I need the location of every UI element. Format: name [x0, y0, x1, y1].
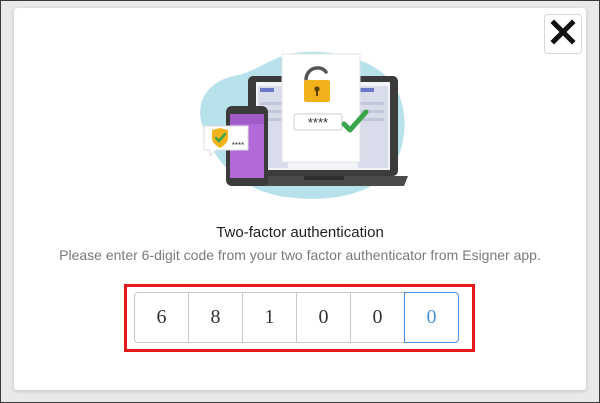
svg-text:****: **** — [232, 141, 244, 150]
dialog-subtitle: Please enter 6-digit code from your two … — [59, 247, 541, 263]
otp-digit-1[interactable]: 6 — [134, 292, 189, 343]
close-button[interactable] — [544, 14, 582, 54]
svg-text:****: **** — [308, 115, 328, 130]
otp-digit-5[interactable]: 0 — [350, 292, 405, 343]
otp-digit-2[interactable]: 8 — [188, 292, 243, 343]
two-factor-illustration: **** **** — [186, 46, 412, 206]
otp-digit-4[interactable]: 0 — [296, 292, 351, 343]
lock-card — [281, 53, 361, 163]
dialog-title: Two-factor authentication — [216, 224, 384, 241]
otp-input-group: 6 8 1 0 0 0 — [134, 292, 464, 343]
otp-digit-6[interactable]: 0 — [404, 292, 459, 343]
close-icon — [550, 18, 576, 50]
otp-digit-3[interactable]: 1 — [242, 292, 297, 343]
